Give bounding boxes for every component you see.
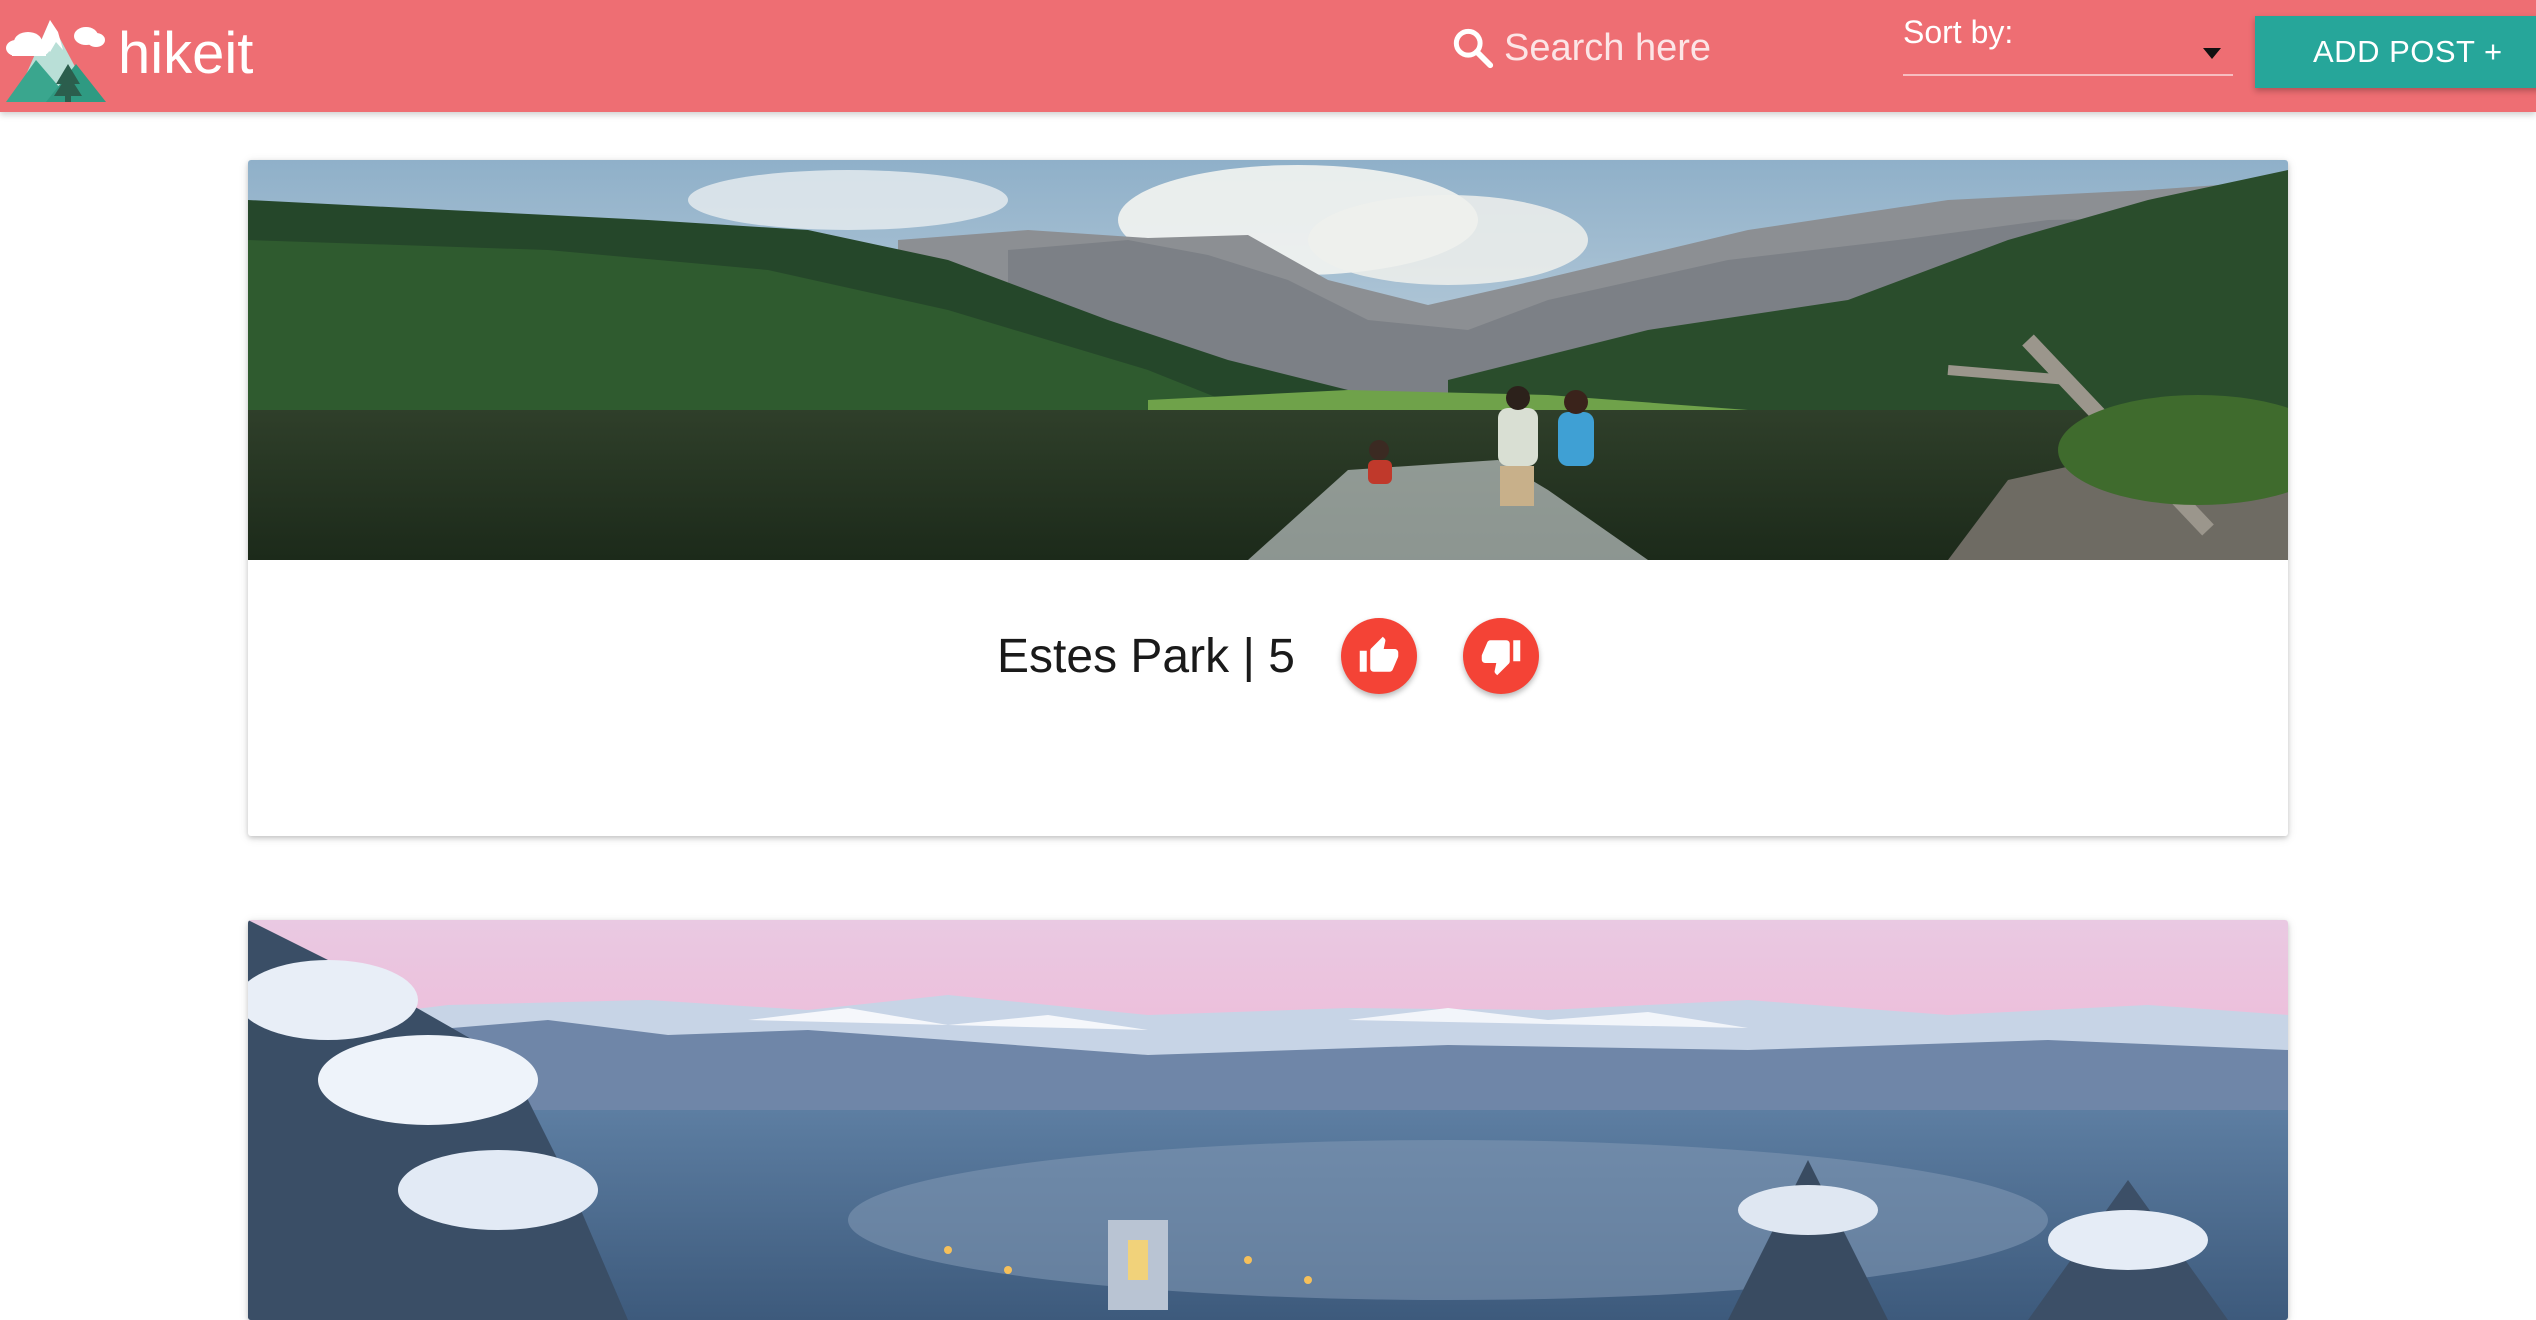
brand-name: hikeit (118, 21, 254, 86)
post-card (248, 920, 2288, 1320)
upvote-button[interactable] (1340, 618, 1417, 694)
sort-by-dropdown[interactable]: Sort by: (1903, 8, 2233, 76)
brand-logo-link[interactable]: hikeit (6, 6, 253, 102)
post-content: Estes Park | 5 (248, 560, 2288, 836)
add-post-button[interactable]: ADD POST + (2255, 16, 2536, 88)
post-title-row: Estes Park | 5 (248, 618, 2288, 694)
search-input[interactable] (1504, 20, 1784, 76)
dropdown-caret-icon (2203, 48, 2221, 59)
top-navbar: hikeit Sort by: ADD POST + (0, 0, 2536, 112)
search-icon[interactable] (1450, 25, 1496, 71)
post-card: Estes Park | 5 (248, 160, 2288, 836)
thumb-down-icon (1481, 640, 1521, 676)
post-title: Estes Park | 5 (997, 629, 1295, 683)
post-image-snowy-town (248, 920, 2288, 1320)
mountain-tree-logo-icon (6, 20, 106, 102)
thumb-up-icon (1359, 636, 1399, 672)
post-image-mountain-lake (248, 160, 2288, 560)
downvote-button[interactable] (1462, 618, 1539, 694)
sort-by-label: Sort by: (1903, 14, 2014, 50)
search-bar (1450, 20, 1784, 76)
